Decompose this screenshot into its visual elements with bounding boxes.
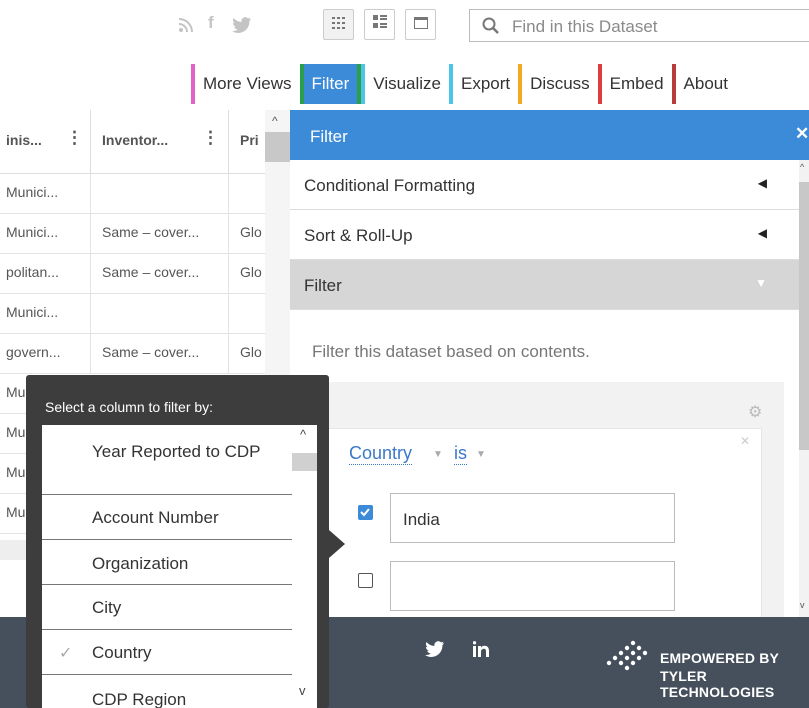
single-row-view-icon: [413, 16, 428, 34]
brand-line-1: EMPOWERED BY: [660, 650, 780, 666]
search-icon: [482, 17, 500, 40]
table-cell: Mu: [6, 424, 26, 440]
value-checkbox[interactable]: [358, 505, 373, 520]
dataset-search-input[interactable]: Find in this Dataset: [469, 9, 809, 42]
column-menu-icon[interactable]: ⋮: [66, 128, 83, 148]
chevron-down-icon: ▼: [476, 449, 486, 460]
pane-tabs: More Views Filter Visualize Export Discu…: [191, 64, 736, 104]
table-cell: Munici...: [6, 184, 59, 200]
table-cell: Mu: [6, 384, 26, 400]
rss-icon[interactable]: [178, 17, 194, 38]
grid-view-icon: [331, 16, 346, 34]
filter-column-dropdown[interactable]: Country: [349, 443, 413, 465]
column-option[interactable]: Year Reported to CDP: [42, 425, 292, 495]
table-row[interactable]: politan... Same – cover... Glo: [0, 254, 265, 294]
column-list: Year Reported to CDP Account Number Orga…: [42, 425, 317, 708]
filter-value-input[interactable]: India: [390, 493, 675, 543]
section-filter[interactable]: Filter ▼: [290, 260, 799, 310]
column-menu-icon[interactable]: ⋮: [202, 128, 219, 148]
search-placeholder: Find in this Dataset: [512, 17, 658, 36]
column-option[interactable]: Account Number: [42, 495, 292, 540]
table-cell: politan...: [6, 264, 59, 280]
popup-title: Select a column to filter by:: [45, 399, 214, 415]
table-cell: Glo: [240, 264, 262, 280]
twitter-icon[interactable]: [425, 641, 445, 662]
section-label: Sort & Roll-Up: [304, 226, 413, 245]
scrollbar-thumb[interactable]: [799, 182, 809, 450]
table-row[interactable]: Munici...: [0, 294, 265, 334]
column-header[interactable]: inis...: [6, 132, 42, 148]
table-cell: Munici...: [6, 304, 59, 320]
column-header[interactable]: Inventor...: [102, 132, 168, 148]
scroll-down-icon[interactable]: v: [299, 683, 306, 698]
brand-line-2: TYLER TECHNOLOGIES: [660, 668, 775, 700]
table-cell: Glo: [240, 344, 262, 360]
scrollbar-thumb[interactable]: [292, 453, 317, 471]
table-cell: Same – cover...: [102, 344, 200, 360]
column-option-selected[interactable]: ✓ Country: [42, 630, 292, 675]
table-row[interactable]: Munici...: [0, 174, 265, 214]
table-cell: Mu: [6, 504, 26, 520]
tab-more-views[interactable]: More Views: [191, 64, 300, 104]
column-option[interactable]: CDP Region: [42, 675, 292, 708]
tab-export[interactable]: Export: [449, 64, 519, 104]
table-row[interactable]: Munici... Same – cover... Glo: [0, 214, 265, 254]
grid-header: inis... ⋮ Inventor... ⋮ Pri: [0, 110, 265, 174]
filter-operator-dropdown[interactable]: is: [454, 443, 467, 465]
section-conditional-formatting[interactable]: Conditional Formatting ◀: [290, 160, 799, 210]
list-scrollbar[interactable]: ^ v: [292, 425, 317, 708]
scroll-up-icon[interactable]: ^: [800, 162, 804, 172]
tab-visualize[interactable]: Visualize: [361, 64, 450, 104]
table-row[interactable]: govern... Same – cover... Glo: [0, 334, 265, 374]
top-toolbar: f Find in this Dataset: [0, 0, 809, 60]
tab-filter[interactable]: Filter: [299, 64, 362, 104]
panel-title: Filter: [310, 127, 348, 146]
table-cell: govern...: [6, 344, 61, 360]
column-header[interactable]: Pri: [240, 132, 259, 148]
scroll-up-icon[interactable]: ^: [272, 114, 278, 128]
tab-about[interactable]: About: [671, 64, 736, 104]
caret-left-icon: ◀: [757, 226, 767, 240]
gear-icon[interactable]: ⚙: [748, 402, 762, 422]
close-icon[interactable]: ✕: [795, 124, 809, 144]
caret-left-icon: ◀: [757, 176, 767, 190]
popup-pointer: [329, 530, 345, 558]
panel-scrollbar[interactable]: ^ v: [799, 160, 809, 617]
section-label: Filter: [304, 276, 342, 295]
remove-condition-icon[interactable]: ✕: [740, 434, 750, 448]
table-cell: Same – cover...: [102, 224, 200, 240]
single-row-view-button[interactable]: [405, 9, 436, 40]
table-cell: Munici...: [6, 224, 59, 240]
table-cell: Mu: [6, 464, 26, 480]
section-sort-rollup[interactable]: Sort & Roll-Up ◀: [290, 210, 799, 260]
list-view-icon: [372, 15, 387, 34]
column-option[interactable]: City: [42, 585, 292, 630]
scroll-up-icon[interactable]: ^: [300, 427, 306, 442]
column-option[interactable]: Organization: [42, 540, 292, 585]
filter-description: Filter this dataset based on contents.: [312, 342, 590, 361]
filter-panel: Filter ✕ Conditional Formatting ◀ Sort &…: [290, 110, 809, 617]
twitter-icon[interactable]: [232, 17, 252, 38]
tab-embed[interactable]: Embed: [597, 64, 672, 104]
scrollbar-thumb[interactable]: [265, 132, 290, 162]
linkedin-icon[interactable]: [472, 641, 489, 662]
section-label: Conditional Formatting: [304, 176, 476, 195]
check-icon: ✓: [59, 645, 73, 662]
tab-discuss[interactable]: Discuss: [518, 64, 598, 104]
table-cell: Glo: [240, 224, 262, 240]
tyler-logo-icon: [603, 639, 651, 680]
filter-value-input[interactable]: [390, 561, 675, 611]
panel-header: Filter: [290, 110, 809, 160]
caret-down-icon: ▼: [755, 276, 767, 290]
list-view-button[interactable]: [364, 9, 395, 40]
grid-view-button[interactable]: [323, 9, 354, 40]
value-checkbox[interactable]: [358, 573, 373, 588]
facebook-icon[interactable]: f: [208, 13, 214, 33]
table-cell: Same – cover...: [102, 264, 200, 280]
chevron-down-icon: ▼: [433, 449, 443, 460]
scroll-down-icon[interactable]: v: [800, 600, 805, 610]
